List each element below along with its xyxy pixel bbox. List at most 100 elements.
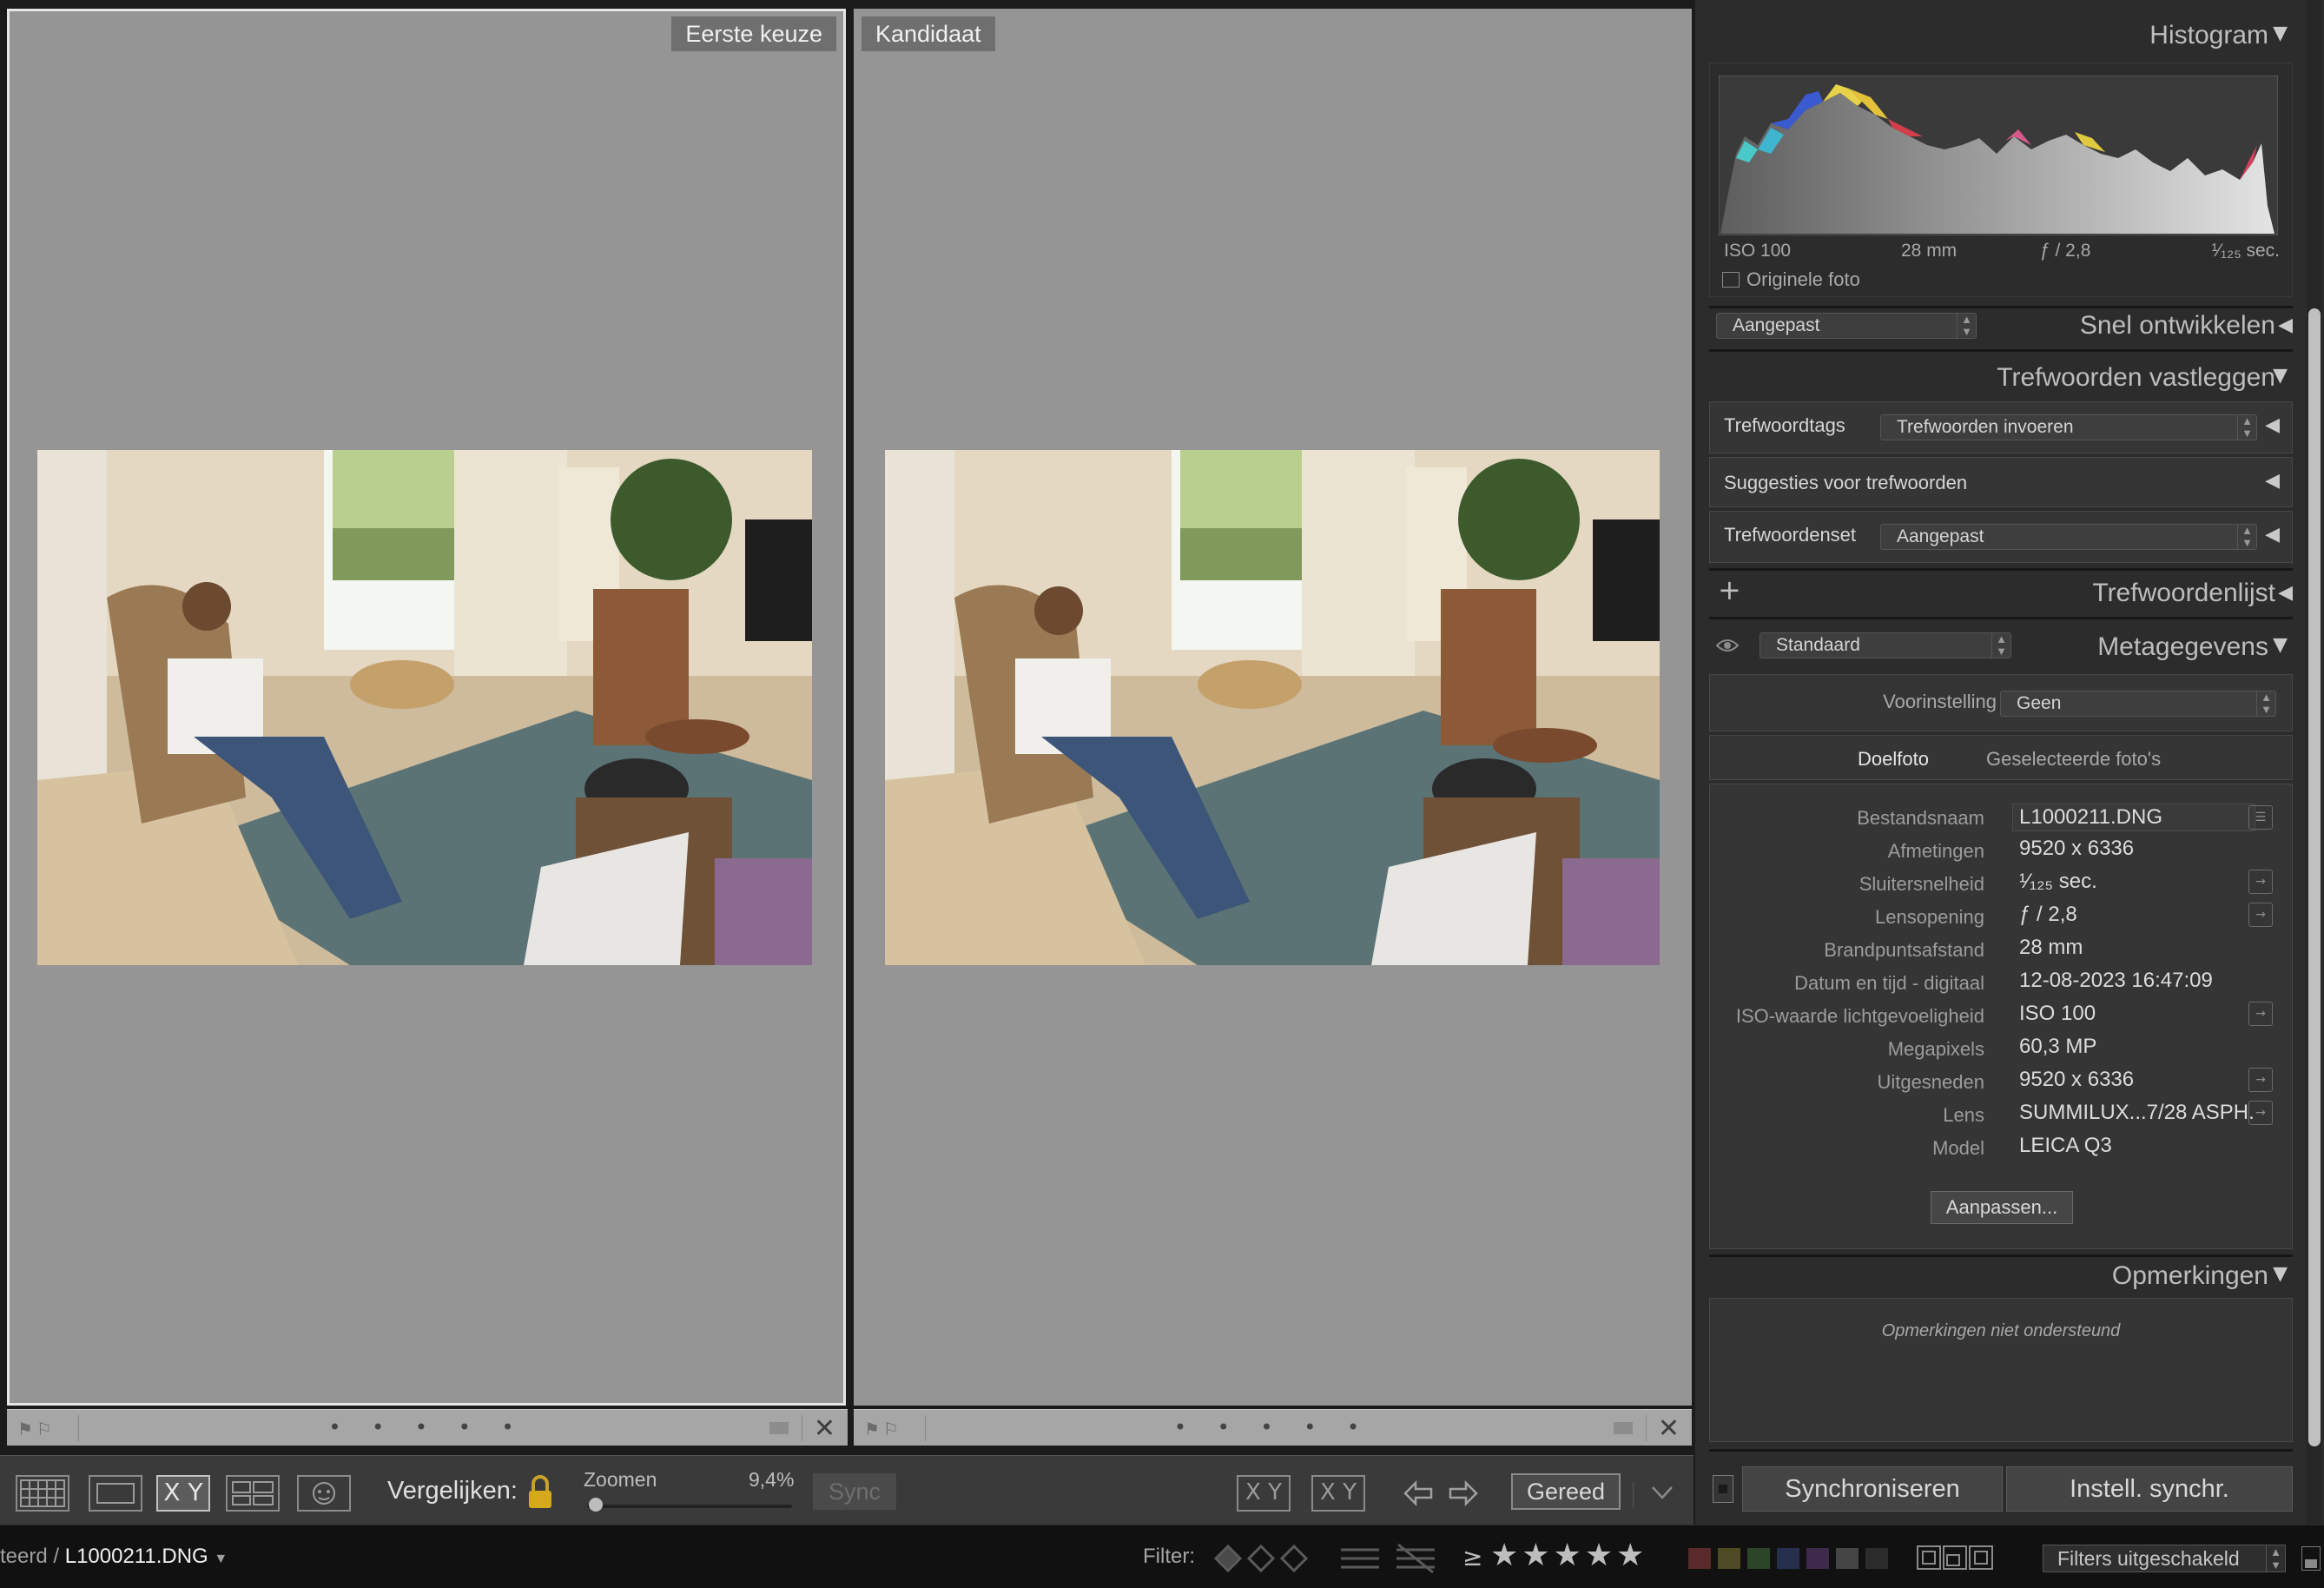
quick-develop-preset-value: Aangepast [1733,315,1820,335]
go-arrow-icon[interactable]: → [2248,1101,2273,1125]
expand-triangle-icon[interactable]: ◀ [2265,470,2280,492]
color-filter-green[interactable] [1747,1548,1770,1569]
filter-state-select[interactable]: Filters uitgeschakeld ▲ ▼ [2043,1545,2286,1572]
select-photo[interactable] [37,450,812,965]
keywording-title[interactable]: Trefwoorden vastleggen [1997,363,2275,393]
target-photo-tab[interactable]: Doelfoto [1858,748,1929,771]
zoom-slider-thumb[interactable] [589,1498,603,1512]
toggle-indicator [1719,1485,1727,1493]
go-arrow-icon[interactable]: → [2248,870,2273,894]
color-label-icon[interactable] [1614,1422,1633,1434]
keyword-list-title[interactable]: Trefwoordenlijst [2092,579,2275,608]
color-filter-purple[interactable] [1806,1548,1829,1569]
chevron-down-icon: ▼ [214,1552,228,1566]
quick-develop-preset-select[interactable]: Aangepast ▲ ▼ [1716,313,1977,339]
filter-lock-toggle[interactable] [2301,1546,2321,1571]
metadata-title[interactable]: Metagegevens [2097,632,2268,662]
quick-develop-title[interactable]: Snel ontwikkelen [2080,311,2275,341]
filter-label: Filter: [1143,1545,1195,1568]
metadata-value-filename[interactable]: L1000211.DNG [2019,805,2162,830]
done-button[interactable]: Gereed [1511,1473,1621,1510]
metadata-value: 60,3 MP [2019,1035,2097,1058]
go-arrow-icon[interactable]: → [2248,1068,2273,1092]
select-pane[interactable]: Eerste keuze [7,9,846,1406]
close-icon[interactable]: ✕ [1658,1413,1680,1444]
next-arrow-icon[interactable] [1447,1479,1480,1508]
color-filter-red[interactable] [1688,1548,1711,1569]
right-panel: Histogram ▼ ISO 100 28 mm ƒ / 2,8 ¹⁄₁₂₅ … [1693,0,2324,1525]
eye-icon[interactable] [1716,638,1739,653]
source-path[interactable]: teerd / L1000211.DNG ▼ [0,1545,228,1569]
people-view-button[interactable] [297,1475,351,1512]
exif-focal-length: 28 mm [1901,241,1958,261]
kind-filter-icons[interactable] [1916,1543,1994,1572]
histogram-graph[interactable] [1719,76,2278,235]
sync-button[interactable]: Sync [813,1473,896,1510]
metadata-preset-select[interactable]: Geen ▲ ▼ [2000,691,2276,717]
close-icon[interactable]: ✕ [814,1413,835,1444]
add-keyword-button[interactable]: + [1718,573,1741,606]
survey-view-button[interactable] [226,1475,280,1512]
color-filter-blue[interactable] [1777,1548,1799,1569]
list-icon[interactable]: ☰ [2248,805,2273,830]
make-select-button[interactable]: X Y [1311,1475,1365,1512]
expand-triangle-icon[interactable]: ◀ [2265,414,2280,436]
go-arrow-icon[interactable]: → [2248,903,2273,927]
previous-arrow-icon[interactable] [1402,1479,1435,1508]
candidate-pane-footer: ⚑⚐ • • • • • ✕ [854,1409,1692,1446]
filter-state-value: Filters uitgeschakeld [2057,1547,2240,1570]
keyword-tags-select[interactable]: Trefwoorden invoeren ▲ ▼ [1880,414,2257,440]
keyword-suggestions-row[interactable]: Suggesties voor trefwoorden ◀ [1709,457,2293,507]
expand-triangle-icon[interactable]: ◀ [2278,314,2293,336]
lock-icon[interactable] [525,1473,556,1512]
grid-view-button[interactable] [16,1475,69,1512]
candidate-pane[interactable]: Kandidaat [854,9,1692,1406]
candidate-label: Kandidaat [862,17,995,51]
comments-title[interactable]: Opmerkingen [2112,1261,2268,1291]
exif-shutter: ¹⁄₁₂₅ sec. [2211,241,2280,261]
compare-view-button[interactable]: X Y [156,1475,210,1512]
metadata-fields: Bestandsnaam L1000211.DNG ☰ Afmetingen 9… [1709,784,2293,1249]
customize-button[interactable]: Aanpassen... [1931,1191,2073,1224]
loupe-view-button[interactable] [89,1475,142,1512]
color-filter-custom[interactable] [1836,1548,1859,1569]
collapse-triangle-icon[interactable]: ▼ [2273,634,2288,656]
selected-photos-tab[interactable]: Geselecteerde foto's [1986,748,2161,771]
edit-filter-icons[interactable] [1337,1541,1442,1576]
separator [1709,617,2293,619]
compare-label: Vergelijken: [387,1477,518,1505]
rating-dots[interactable]: • • • • • [7,1415,848,1439]
collapse-triangle-icon[interactable]: ▼ [2273,365,2288,387]
candidate-photo[interactable] [885,450,1660,965]
expand-triangle-icon[interactable]: ◀ [2278,582,2293,604]
zoom-slider[interactable] [587,1505,792,1508]
histogram-title[interactable]: Histogram [2149,21,2268,50]
rating-filter-stars[interactable]: ★★★★★ [1490,1538,1647,1573]
sync-settings-button[interactable]: Instell. synchr. [2006,1466,2293,1512]
rating-dots[interactable]: • • • • • [854,1415,1692,1439]
panel-scrollbar[interactable] [2308,308,2321,1446]
keyword-set-label: Trefwoordenset [1724,524,1857,546]
auto-sync-toggle[interactable] [1713,1475,1733,1503]
keyword-set-select[interactable]: Aangepast ▲ ▼ [1880,524,2257,550]
original-photo-checkbox[interactable] [1722,272,1740,288]
rating-operator[interactable]: ≥ [1462,1543,1482,1571]
metadata-label: Model [1932,1137,1984,1159]
collapse-triangle-icon[interactable]: ▼ [2273,23,2288,44]
metadata-value: ¹⁄₁₂₅ sec. [2019,870,2097,893]
expand-triangle-icon[interactable]: ◀ [2265,524,2280,546]
metadata-view-select[interactable]: Standaard ▲ ▼ [1760,632,2011,658]
toolbar-menu-icon[interactable] [1650,1484,1674,1501]
metadata-value: 9520 x 6336 [2019,837,2135,860]
color-filter-yellow[interactable] [1718,1548,1740,1569]
sync-button[interactable]: Synchroniseren [1742,1466,2003,1512]
collapse-triangle-icon[interactable]: ▼ [2273,1263,2288,1285]
go-arrow-icon[interactable]: → [2248,1002,2273,1026]
color-label-icon[interactable] [769,1422,789,1434]
flag-filter-icons[interactable] [1212,1543,1310,1574]
color-filter-none[interactable] [1865,1548,1888,1569]
grid-icon [20,1479,65,1507]
metadata-label: Megapixels [1887,1038,1984,1060]
swap-button[interactable]: X Y [1237,1475,1291,1512]
separator [1709,306,2293,308]
